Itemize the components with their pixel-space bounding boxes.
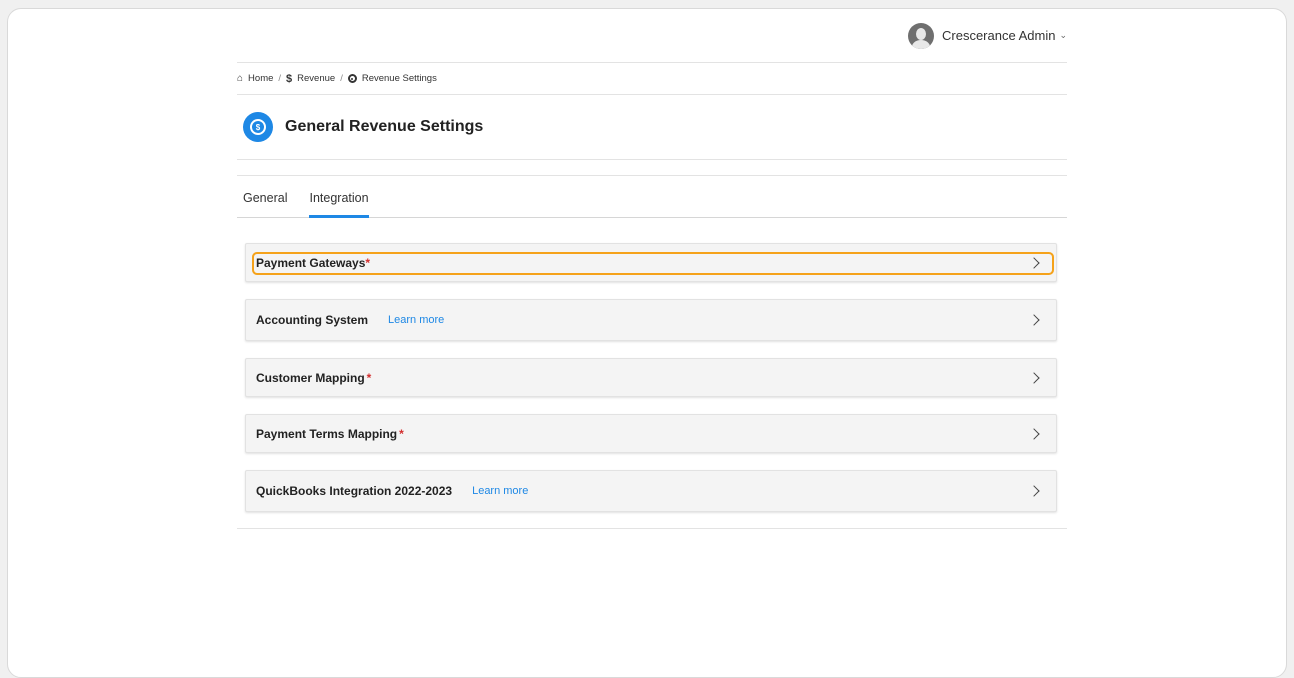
main-content: Crescerance Admin ⌄ ⌂ Home / $ Revenue /…: [237, 9, 1067, 529]
section-quickbooks-integration[interactable]: QuickBooks Integration 2022-2023 Learn m…: [245, 470, 1057, 512]
divider: [237, 160, 1067, 176]
tab-integration[interactable]: Integration: [309, 191, 369, 218]
chevron-right-icon: [1028, 427, 1040, 440]
chevron-right-icon: [1028, 485, 1040, 497]
integration-sections: Payment Gateways * Accounting System Lear…: [237, 243, 1067, 512]
avatar: [908, 22, 934, 49]
learn-more-link[interactable]: Learn more: [388, 314, 444, 326]
chevron-right-icon: [1028, 371, 1040, 384]
user-menu[interactable]: Crescerance Admin ⌄: [908, 22, 1067, 49]
chevron-right-icon: [1028, 256, 1040, 269]
page-title: General Revenue Settings: [285, 118, 484, 135]
chevron-right-icon: [1028, 314, 1040, 326]
settings-icon: [347, 74, 357, 83]
breadcrumb-separator: /: [278, 73, 282, 84]
focus-highlight: [252, 252, 1054, 275]
page-header: $ General Revenue Settings: [237, 95, 1067, 160]
section-customer-mapping[interactable]: Customer Mapping *: [245, 358, 1057, 397]
breadcrumb-revenue-settings: Revenue Settings: [361, 73, 437, 84]
breadcrumb-revenue[interactable]: Revenue: [297, 73, 335, 84]
tab-general[interactable]: General: [243, 191, 287, 217]
section-accounting-system[interactable]: Accounting System Learn more: [245, 299, 1057, 341]
top-bar: Crescerance Admin ⌄: [237, 9, 1067, 63]
learn-more-link[interactable]: Learn more: [472, 485, 528, 497]
section-label: QuickBooks Integration 2022-2023: [256, 484, 453, 498]
dollar-icon: $: [286, 72, 293, 85]
home-icon: ⌂: [237, 73, 244, 84]
app-window: Crescerance Admin ⌄ ⌂ Home / $ Revenue /…: [7, 8, 1287, 678]
chevron-down-icon: ⌄: [1059, 30, 1067, 40]
section-payment-terms-mapping[interactable]: Payment Terms Mapping *: [245, 414, 1057, 453]
tab-bar: General Integration: [237, 176, 1067, 218]
breadcrumb-home[interactable]: Home: [248, 73, 273, 84]
section-label: Payment Gateways: [256, 255, 366, 270]
section-label: Customer Mapping: [256, 370, 365, 385]
section-label: Payment Terms Mapping: [256, 426, 398, 441]
user-name: Crescerance Admin: [942, 28, 1056, 43]
section-payment-gateways[interactable]: Payment Gateways *: [245, 243, 1057, 282]
required-mark: *: [365, 255, 371, 270]
section-label: Accounting System: [256, 313, 369, 327]
breadcrumb: ⌂ Home / $ Revenue / Revenue Settings: [237, 63, 1067, 95]
required-mark: *: [366, 370, 372, 385]
revenue-settings-icon: $: [243, 112, 273, 142]
required-mark: *: [399, 426, 404, 441]
divider: [237, 528, 1067, 529]
breadcrumb-separator: /: [340, 73, 343, 84]
